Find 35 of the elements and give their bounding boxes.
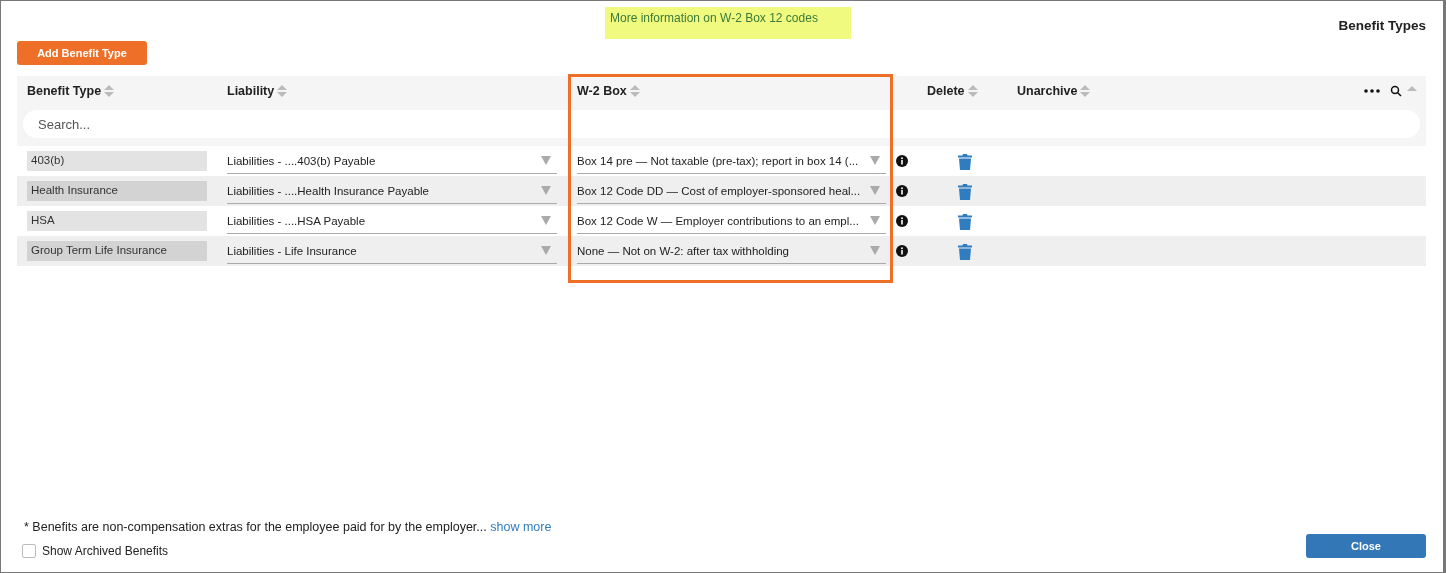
trash-icon[interactable] [958, 152, 972, 170]
w2-box-dropdown[interactable]: None — Not on W-2: after tax withholding [577, 238, 886, 264]
info-icon[interactable] [896, 215, 908, 227]
info-link[interactable]: More information on W-2 Box 12 codes [605, 7, 851, 39]
liability-dropdown[interactable]: Liabilities - ....Health Insurance Payable [227, 178, 557, 204]
close-button[interactable]: Close [1306, 534, 1426, 558]
info-icon[interactable] [896, 155, 908, 167]
footnote-text: * Benefits are non-compensation extras for the employee paid for by the employer... show more [24, 520, 552, 534]
benefit-type-field[interactable]: HSA [27, 211, 207, 231]
search-field[interactable]: Search... [23, 110, 1420, 138]
dialog-title: Benefit Types [1338, 18, 1426, 33]
benefit-type-field[interactable]: 403(b) [27, 151, 207, 171]
liability-dropdown[interactable]: Liabilities - Life Insurance [227, 238, 557, 264]
search-icon[interactable] [1390, 85, 1402, 97]
w2-box-dropdown[interactable]: Box 12 Code W — Employer contributions to an empl... [577, 208, 886, 234]
info-icon[interactable] [896, 245, 908, 257]
column-header[interactable]: Unarchive [1017, 84, 1078, 98]
checkbox-label[interactable]: Show Archived Benefits [42, 544, 169, 558]
benefit-type-field[interactable]: Group Term Life Insurance [27, 241, 207, 261]
show-more-link[interactable]: show more [490, 520, 552, 534]
info-icon[interactable] [896, 185, 908, 197]
liability-dropdown[interactable]: Liabilities - ....HSA Payable [227, 208, 557, 234]
trash-icon[interactable] [958, 242, 972, 260]
column-header[interactable]: W-2 Box [577, 84, 627, 98]
checkbox[interactable] [22, 544, 36, 558]
w2-box-dropdown[interactable]: Box 14 pre — Not taxable (pre-tax); report in box 14 (... [577, 148, 886, 174]
column-header[interactable]: Delete [927, 84, 965, 98]
column-header[interactable]: Benefit Type [27, 84, 102, 98]
trash-icon[interactable] [958, 212, 972, 230]
liability-dropdown[interactable]: Liabilities - ....403(b) Payable [227, 148, 557, 174]
benefit-type-field[interactable]: Health Insurance [27, 181, 207, 201]
column-header[interactable]: Liability [227, 84, 275, 98]
trash-icon[interactable] [958, 182, 972, 200]
more-icon[interactable] [1364, 89, 1380, 93]
w2-box-dropdown[interactable]: Box 12 Code DD — Cost of employer-sponsored heal... [577, 178, 886, 204]
